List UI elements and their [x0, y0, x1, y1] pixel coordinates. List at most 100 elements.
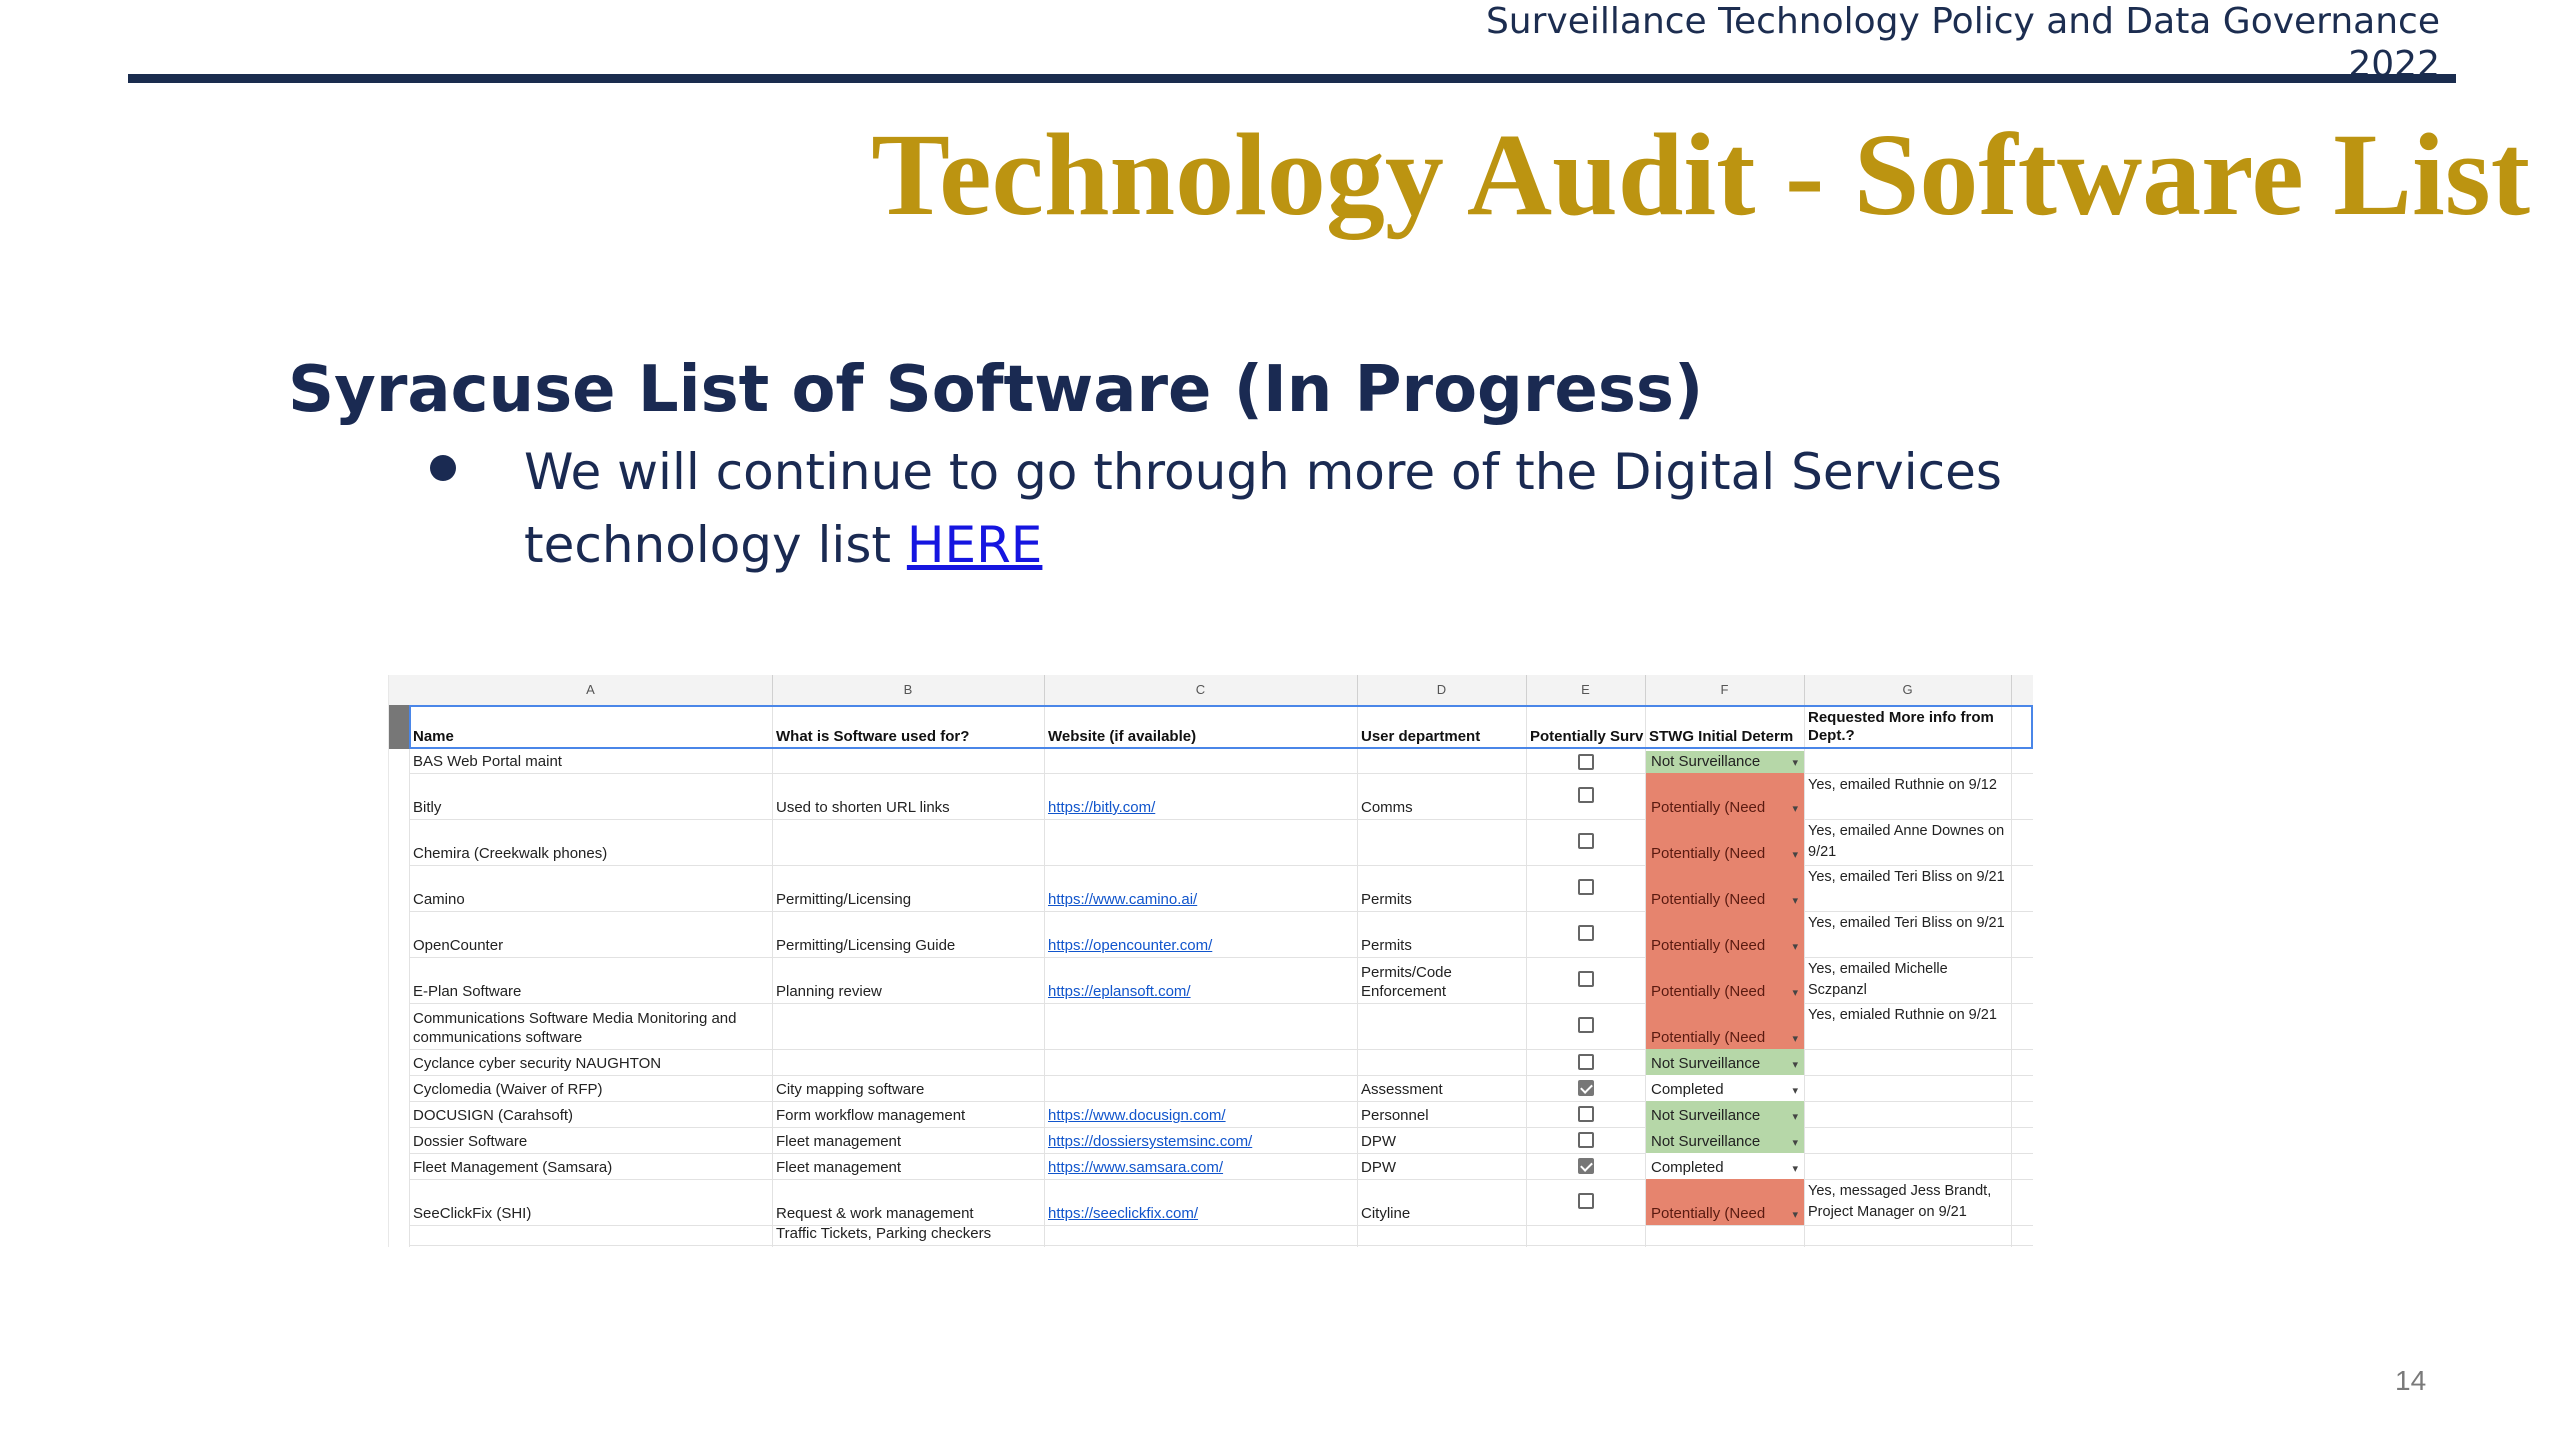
- cell-website[interactable]: [1044, 1075, 1357, 1101]
- cell-use[interactable]: Request & work management: [772, 1179, 1044, 1225]
- potentially-surveillance-checkbox[interactable]: [1577, 1158, 1594, 1174]
- potentially-surveillance-checkbox[interactable]: [1577, 925, 1594, 941]
- potentially-surveillance-checkbox[interactable]: [1577, 879, 1594, 895]
- cell-requested-info[interactable]: Yes, emailed Teri Bliss on 9/21: [1804, 911, 2011, 957]
- potentially-surveillance-checkbox[interactable]: [1577, 1054, 1594, 1070]
- stwg-determination-dropdown[interactable]: Potentially (Need ▾: [1645, 773, 1804, 819]
- cell-website[interactable]: https://seeclickfix.com/: [1044, 1179, 1357, 1225]
- stwg-determination-dropdown[interactable]: Potentially (Need ▾: [1645, 865, 1804, 911]
- potentially-surveillance-checkbox[interactable]: [1577, 754, 1594, 770]
- dropdown-caret-icon[interactable]: ▾: [1792, 1084, 1798, 1097]
- dropdown-caret-icon[interactable]: ▾: [1792, 1110, 1798, 1123]
- cell-website[interactable]: [1044, 1225, 1357, 1245]
- dropdown-caret-icon[interactable]: ▾: [1792, 1162, 1798, 1175]
- stwg-determination-dropdown[interactable]: Not Surveillance ▾: [1645, 751, 1804, 773]
- cell-name[interactable]: DOCUSIGN (Carahsoft): [409, 1101, 772, 1127]
- dropdown-caret-icon[interactable]: ▾: [1792, 1058, 1798, 1071]
- cell-requested-info[interactable]: Yes, emailed Teri Bliss on 9/21: [1804, 865, 2011, 911]
- column-letter-e[interactable]: E: [1526, 675, 1646, 705]
- cell-department[interactable]: Permits: [1357, 911, 1526, 957]
- stwg-determination-dropdown[interactable]: Not Surveillance ▾: [1645, 1101, 1804, 1127]
- cell-website[interactable]: https://www.camino.ai/: [1044, 865, 1357, 911]
- cell-website[interactable]: [1044, 1049, 1357, 1075]
- cell-department[interactable]: [1357, 1225, 1526, 1245]
- cell-use[interactable]: Used to shorten URL links: [772, 773, 1044, 819]
- potentially-surveillance-checkbox[interactable]: [1577, 1106, 1594, 1122]
- potentially-surveillance-checkbox[interactable]: [1577, 1017, 1594, 1033]
- cell-use[interactable]: City mapping software: [772, 1075, 1044, 1101]
- cell-name[interactable]: Cyclomedia (Waiver of RFP): [409, 1075, 772, 1101]
- cell-use[interactable]: Permitting/Licensing Guide: [772, 911, 1044, 957]
- cell-use[interactable]: [772, 1049, 1044, 1075]
- cell-website[interactable]: https://www.docusign.com/: [1044, 1101, 1357, 1127]
- cell-website[interactable]: https://www.samsara.com/: [1044, 1153, 1357, 1179]
- cell-name[interactable]: OpenCounter: [409, 911, 772, 957]
- cell-website[interactable]: [1044, 819, 1357, 865]
- cell-requested-info[interactable]: [1804, 1075, 2011, 1101]
- stwg-determination-dropdown[interactable]: Completed ▾: [1645, 1153, 1804, 1179]
- cell-use[interactable]: [772, 1003, 1044, 1049]
- potentially-surveillance-checkbox[interactable]: [1577, 787, 1594, 803]
- column-letter-g[interactable]: G: [1804, 675, 2012, 705]
- stwg-determination-dropdown[interactable]: Completed ▾: [1645, 1075, 1804, 1101]
- dropdown-caret-icon[interactable]: ▾: [1792, 1136, 1798, 1149]
- cell-name[interactable]: Dossier Software: [409, 1127, 772, 1153]
- cell-requested-info[interactable]: [1804, 1225, 2011, 1245]
- dropdown-caret-icon[interactable]: ▾: [1792, 1208, 1798, 1221]
- cell-use[interactable]: [772, 751, 1044, 773]
- cell-website[interactable]: https://opencounter.com/: [1044, 911, 1357, 957]
- cell-requested-info[interactable]: [1804, 1101, 2011, 1127]
- cell-website[interactable]: [1044, 751, 1357, 773]
- cell-department[interactable]: [1357, 819, 1526, 865]
- cell-website[interactable]: [1044, 1003, 1357, 1049]
- cell-department[interactable]: [1357, 1003, 1526, 1049]
- cell-department[interactable]: Personnel: [1357, 1101, 1526, 1127]
- cell-name[interactable]: BAS Web Portal maint: [409, 751, 772, 773]
- column-letter-b[interactable]: B: [772, 675, 1045, 705]
- cell-department[interactable]: [1357, 1049, 1526, 1075]
- dropdown-caret-icon[interactable]: ▾: [1792, 986, 1798, 999]
- potentially-surveillance-checkbox[interactable]: [1577, 971, 1594, 987]
- cell-name[interactable]: Chemira (Creekwalk phones): [409, 819, 772, 865]
- cell-name[interactable]: Bitly: [409, 773, 772, 819]
- stwg-determination-dropdown[interactable]: Potentially (Need ▾: [1645, 957, 1804, 1003]
- cell-website[interactable]: https://dossiersystemsinc.com/: [1044, 1127, 1357, 1153]
- cell-name[interactable]: E-Plan Software: [409, 957, 772, 1003]
- cell-website[interactable]: https://eplansoft.com/: [1044, 957, 1357, 1003]
- cell-use[interactable]: Form workflow management: [772, 1101, 1044, 1127]
- stwg-determination-dropdown[interactable]: Potentially (Need ▾: [1645, 1179, 1804, 1225]
- cell-use[interactable]: Permitting/Licensing: [772, 865, 1044, 911]
- cell-department[interactable]: Cityline: [1357, 1179, 1526, 1225]
- dropdown-caret-icon[interactable]: ▾: [1792, 1032, 1798, 1045]
- cell-name[interactable]: Fleet Management (Samsara): [409, 1153, 772, 1179]
- cell-requested-info[interactable]: [1804, 1049, 2011, 1075]
- stwg-determination-dropdown[interactable]: Not Surveillance ▾: [1645, 1049, 1804, 1075]
- potentially-surveillance-checkbox[interactable]: [1577, 1193, 1594, 1209]
- cell-department[interactable]: Permits/Code Enforcement: [1357, 957, 1526, 1003]
- column-letter-f[interactable]: F: [1645, 675, 1805, 705]
- cell-department[interactable]: DPW: [1357, 1127, 1526, 1153]
- cell-department[interactable]: [1357, 751, 1526, 773]
- dropdown-caret-icon[interactable]: ▾: [1792, 940, 1798, 953]
- cell-requested-info[interactable]: Yes, emialed Ruthnie on 9/21: [1804, 1003, 2011, 1049]
- cell-name[interactable]: Camino: [409, 865, 772, 911]
- cell-requested-info[interactable]: [1804, 751, 2011, 773]
- dropdown-caret-icon[interactable]: ▾: [1792, 848, 1798, 861]
- dropdown-caret-icon[interactable]: ▾: [1792, 756, 1798, 769]
- stwg-determination-dropdown[interactable]: Potentially (Need ▾: [1645, 819, 1804, 865]
- cell-use[interactable]: Traffic Tickets, Parking checkers: [772, 1225, 1044, 1245]
- stwg-determination-dropdown[interactable]: Potentially (Need ▾: [1645, 911, 1804, 957]
- column-letter-a[interactable]: A: [409, 675, 773, 705]
- dropdown-caret-icon[interactable]: ▾: [1792, 894, 1798, 907]
- cell-use[interactable]: Fleet management: [772, 1153, 1044, 1179]
- cell-use[interactable]: [772, 819, 1044, 865]
- cell-department[interactable]: Comms: [1357, 773, 1526, 819]
- potentially-surveillance-checkbox[interactable]: [1577, 833, 1594, 849]
- cell-name[interactable]: Communications Software Media Monitoring…: [409, 1003, 772, 1049]
- cell-name[interactable]: Cyclance cyber security NAUGHTON: [409, 1049, 772, 1075]
- cell-website[interactable]: https://bitly.com/: [1044, 773, 1357, 819]
- potentially-surveillance-checkbox[interactable]: [1577, 1132, 1594, 1148]
- here-link[interactable]: HERE: [907, 516, 1043, 574]
- cell-requested-info[interactable]: [1804, 1153, 2011, 1179]
- stwg-determination-dropdown[interactable]: Not Surveillance ▾: [1645, 1127, 1804, 1153]
